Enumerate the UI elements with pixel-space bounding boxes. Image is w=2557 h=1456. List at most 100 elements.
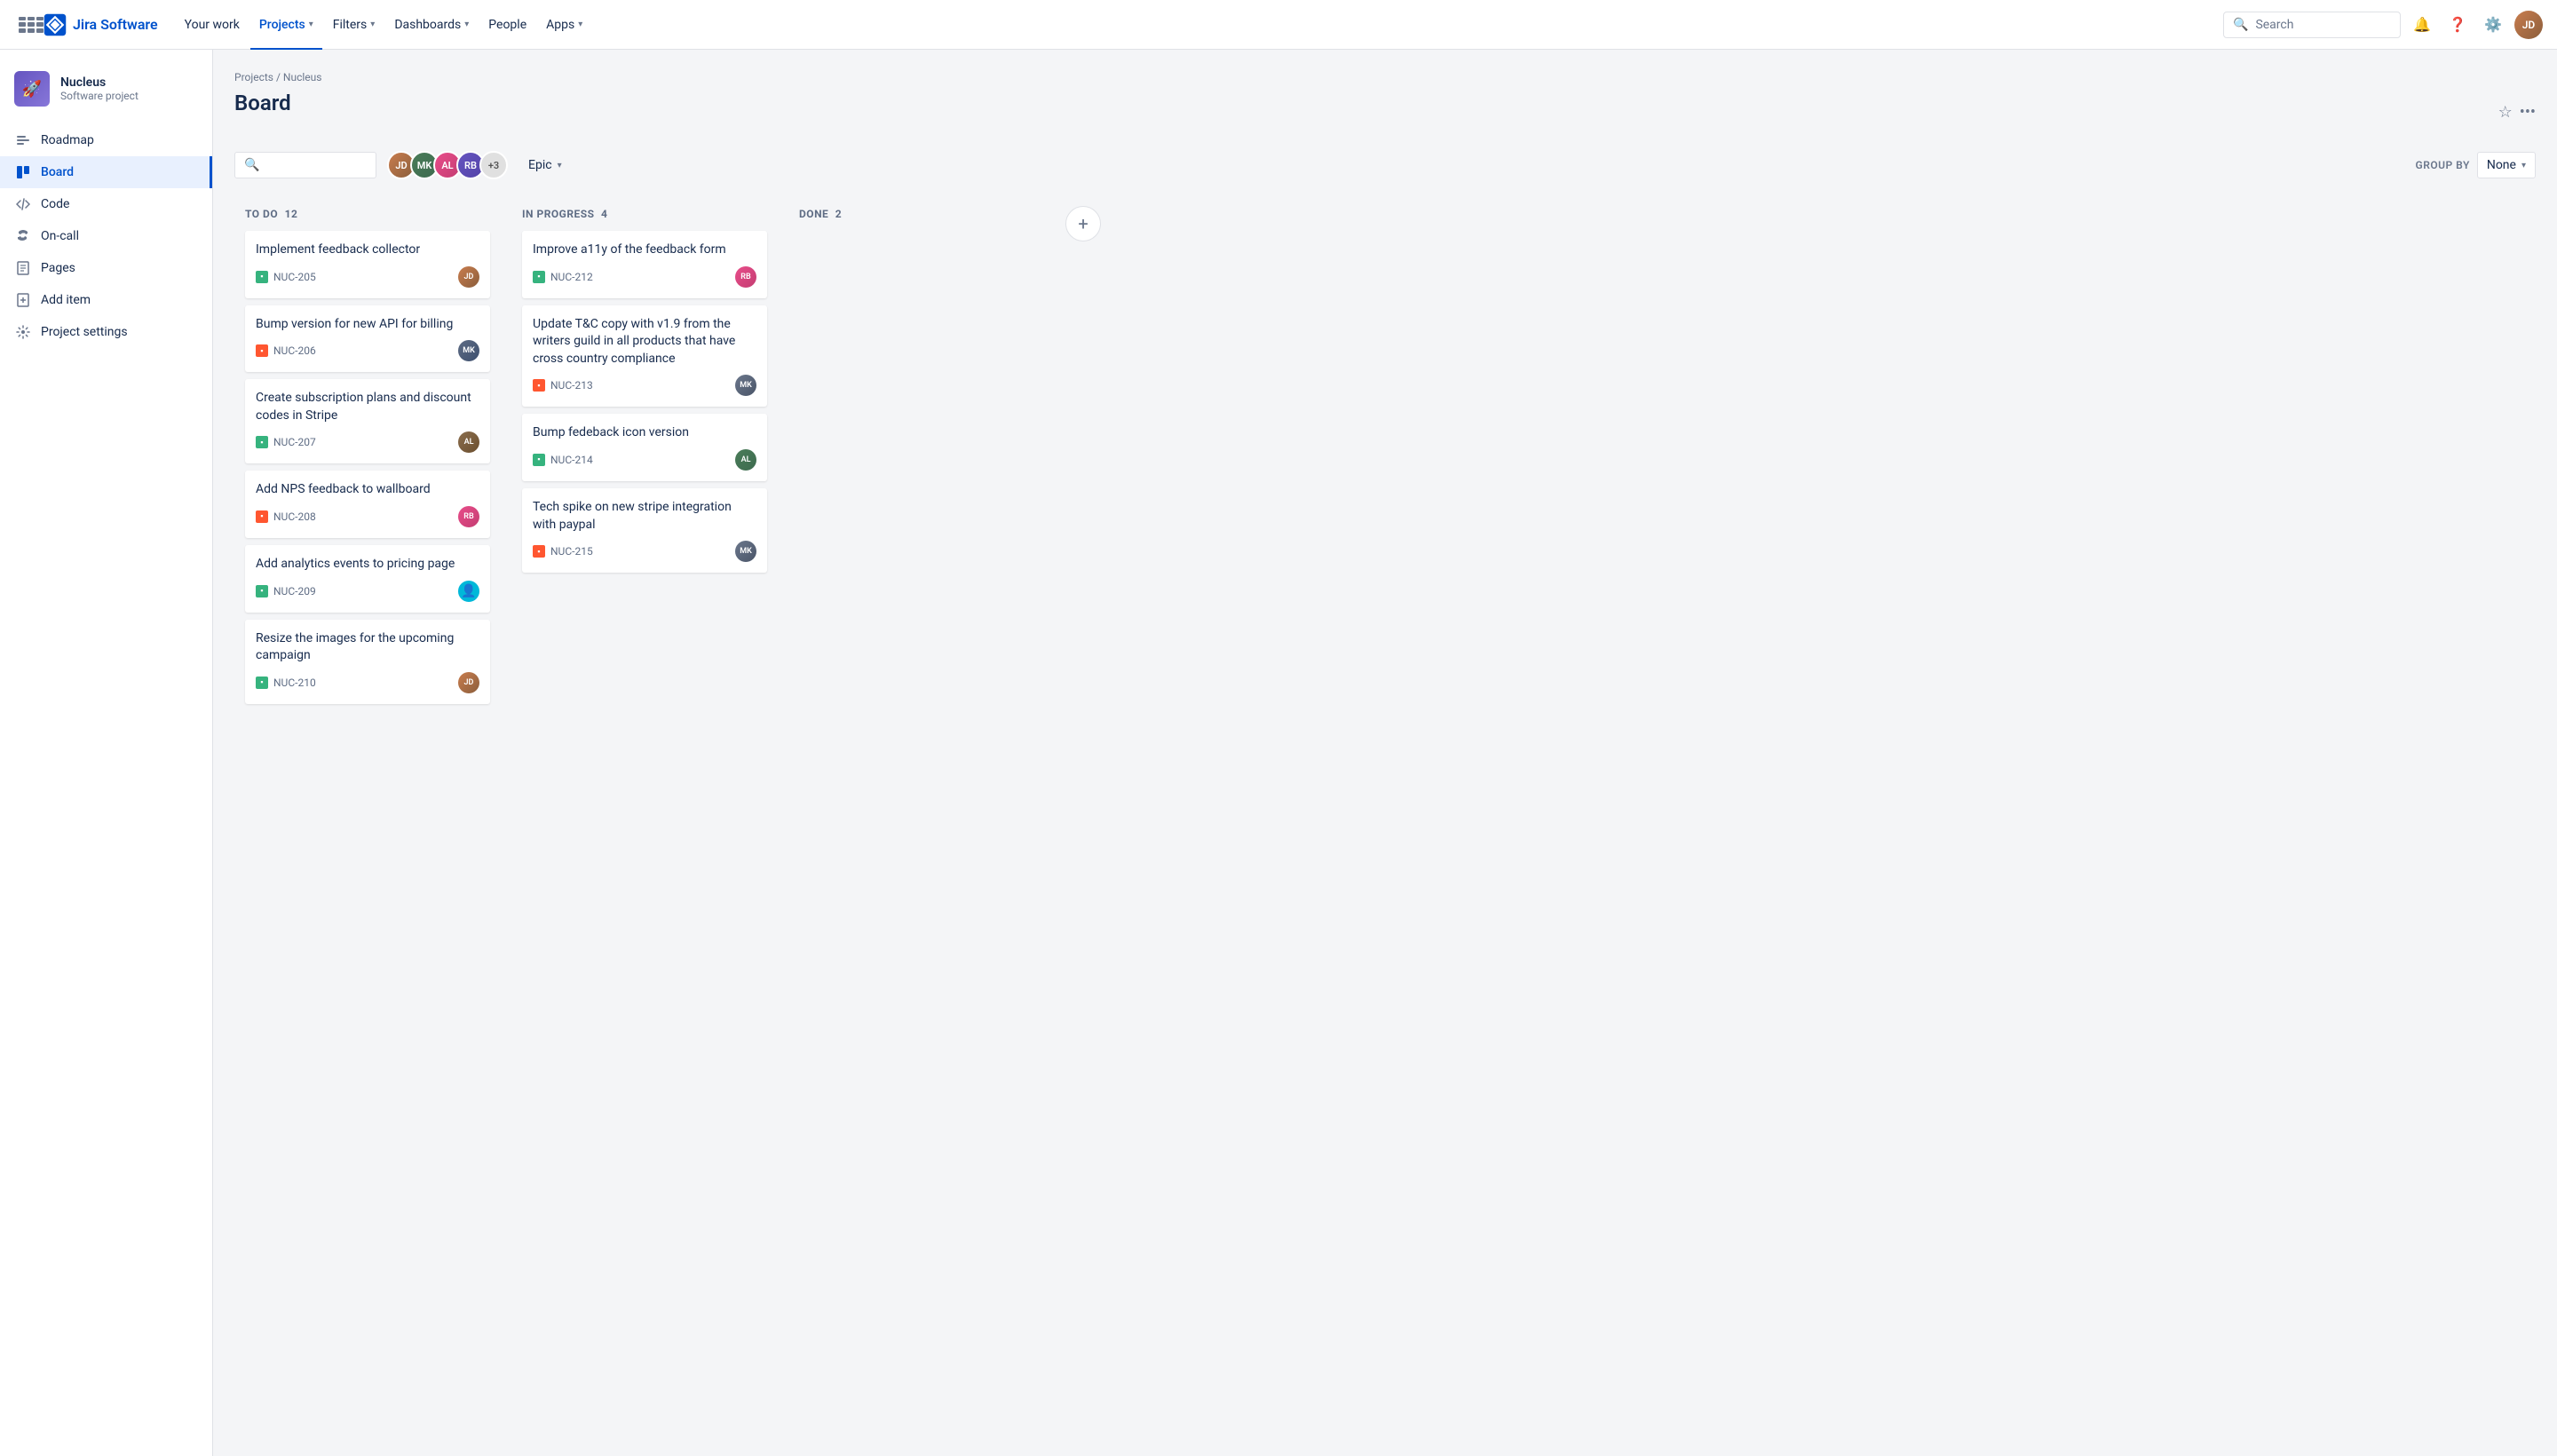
user-avatar[interactable]: JD <box>2514 11 2543 39</box>
avatar-filter-more[interactable]: +3 <box>479 151 508 179</box>
logo[interactable]: Jira Software <box>43 12 158 37</box>
inprogress-column-header: IN PROGRESS 4 <box>522 208 767 220</box>
todo-column-title: TO DO <box>245 208 278 220</box>
dashboards-chevron-icon: ▾ <box>464 20 469 29</box>
card-nuc-209[interactable]: Add analytics events to pricing page ▪ N… <box>245 545 490 613</box>
project-subtitle: Software project <box>60 90 139 102</box>
project-settings-icon <box>14 323 32 341</box>
breadcrumb-projects[interactable]: Projects <box>234 71 273 83</box>
card-nuc-206[interactable]: Bump version for new API for billing ▪ N… <box>245 305 490 373</box>
sidebar-item-on-call[interactable]: On-call <box>0 220 212 252</box>
apps-grid-icon[interactable] <box>14 12 39 37</box>
card-nuc-215-key: NUC-215 <box>550 545 593 558</box>
done-column-title: DONE <box>799 208 828 220</box>
sidebar-item-pages[interactable]: Pages <box>0 252 212 284</box>
card-nuc-215-title: Tech spike on new stripe integration wit… <box>533 499 756 534</box>
nav-apps[interactable]: Apps ▾ <box>537 12 591 37</box>
card-nuc-214[interactable]: Bump fedeback icon version ▪ NUC-214 AL <box>522 414 767 481</box>
avatar-filter-row: JD MK AL RB +3 <box>387 151 508 179</box>
notifications-button[interactable]: 🔔 <box>2408 11 2436 39</box>
board-icon <box>14 163 32 181</box>
projects-chevron-icon: ▾ <box>309 20 313 29</box>
epic-chevron-icon: ▾ <box>558 161 562 170</box>
nav-projects-label: Projects <box>259 18 305 32</box>
story-icon: ▪ <box>256 677 268 689</box>
code-icon <box>14 195 32 213</box>
search-box[interactable]: 🔍 Search <box>2223 12 2401 38</box>
board-search-field[interactable] <box>265 158 367 172</box>
project-settings-label: Project settings <box>41 325 128 339</box>
card-nuc-210-title: Resize the images for the upcoming campa… <box>256 630 479 665</box>
nav-people[interactable]: People <box>479 12 535 37</box>
story-icon: ▪ <box>256 271 268 283</box>
card-nuc-209-title: Add analytics events to pricing page <box>256 556 479 574</box>
card-nuc-210[interactable]: Resize the images for the upcoming campa… <box>245 620 490 704</box>
card-nuc-212-title: Improve a11y of the feedback form <box>533 241 756 259</box>
title-actions: ☆ ••• <box>2498 103 2536 122</box>
help-button[interactable]: ❓ <box>2443 11 2472 39</box>
done-column: DONE 2 <box>788 197 1055 241</box>
card-nuc-213-footer: ▪ NUC-213 MK <box>533 375 756 396</box>
story-icon: ▪ <box>533 454 545 466</box>
settings-button[interactable]: ⚙️ <box>2479 11 2507 39</box>
card-nuc-205-key: NUC-205 <box>273 271 316 283</box>
group-by-button[interactable]: None ▾ <box>2477 152 2536 178</box>
group-by-value: None <box>2487 158 2516 172</box>
filters-chevron-icon: ▾ <box>370 20 375 29</box>
card-nuc-210-footer: ▪ NUC-210 JD <box>256 672 479 693</box>
add-column-button[interactable]: + <box>1065 206 1101 241</box>
card-nuc-213-avatar: MK <box>735 375 756 396</box>
sidebar-item-code[interactable]: Code <box>0 188 212 220</box>
search-icon: 🔍 <box>2233 18 2248 32</box>
group-by-chevron-icon: ▾ <box>2521 161 2526 170</box>
sidebar-item-project-settings[interactable]: Project settings <box>0 316 212 348</box>
nav-filters[interactable]: Filters ▾ <box>324 12 384 37</box>
epic-filter-button[interactable]: Epic ▾ <box>519 152 572 178</box>
breadcrumb-separator: / <box>276 71 283 83</box>
card-nuc-208-meta: ▪ NUC-208 <box>256 510 316 523</box>
page-title: Board <box>234 91 291 115</box>
sidebar-item-add-item[interactable]: Add item <box>0 284 212 316</box>
roadmap-label: Roadmap <box>41 133 94 147</box>
nav-your-work[interactable]: Your work <box>176 12 249 37</box>
more-actions-button[interactable]: ••• <box>2520 103 2536 122</box>
card-nuc-210-key: NUC-210 <box>273 677 316 689</box>
add-item-label: Add item <box>41 293 91 307</box>
card-nuc-207-title: Create subscription plans and discount c… <box>256 390 479 424</box>
card-nuc-214-key: NUC-214 <box>550 454 593 466</box>
card-nuc-207[interactable]: Create subscription plans and discount c… <box>245 379 490 463</box>
project-name: Nucleus <box>60 75 139 90</box>
card-nuc-205[interactable]: Implement feedback collector ▪ NUC-205 J… <box>245 231 490 298</box>
breadcrumb-nucleus[interactable]: Nucleus <box>283 71 322 83</box>
sidebar-item-board[interactable]: Board <box>0 156 212 188</box>
card-nuc-209-footer: ▪ NUC-209 👤 <box>256 581 479 602</box>
project-header: 🚀 Nucleus Software project <box>0 64 212 121</box>
add-item-icon <box>14 291 32 309</box>
board-label: Board <box>41 165 74 179</box>
card-nuc-209-avatar: 👤 <box>458 581 479 602</box>
story-icon: ▪ <box>533 271 545 283</box>
top-navigation: Jira Software Your work Projects ▾ Filte… <box>0 0 2557 50</box>
card-nuc-212[interactable]: Improve a11y of the feedback form ▪ NUC-… <box>522 231 767 298</box>
card-nuc-207-meta: ▪ NUC-207 <box>256 436 316 448</box>
project-info: Nucleus Software project <box>60 75 139 102</box>
nav-dashboards[interactable]: Dashboards ▾ <box>385 12 478 37</box>
sidebar-item-roadmap[interactable]: Roadmap <box>0 124 212 156</box>
card-nuc-214-title: Bump fedeback icon version <box>533 424 756 442</box>
bug-icon: ▪ <box>256 344 268 357</box>
star-button[interactable]: ☆ <box>2498 103 2513 122</box>
card-nuc-213-key: NUC-213 <box>550 379 593 392</box>
board-toolbar: 🔍 JD MK AL RB +3 Epic ▾ GROUP BY None ▾ <box>234 151 2536 179</box>
pages-label: Pages <box>41 261 75 275</box>
card-nuc-214-avatar: AL <box>735 449 756 471</box>
project-icon: 🚀 <box>14 71 50 107</box>
card-nuc-213[interactable]: Update T&C copy with v1.9 from the write… <box>522 305 767 408</box>
card-nuc-212-avatar: RB <box>735 266 756 288</box>
nav-projects[interactable]: Projects ▾ <box>250 12 322 37</box>
card-nuc-208[interactable]: Add NPS feedback to wallboard ▪ NUC-208 … <box>245 471 490 538</box>
card-nuc-215[interactable]: Tech spike on new stripe integration wit… <box>522 488 767 573</box>
card-nuc-206-avatar: MK <box>458 340 479 361</box>
board-search-input[interactable]: 🔍 <box>234 152 376 178</box>
card-nuc-212-key: NUC-212 <box>550 271 593 283</box>
card-nuc-215-footer: ▪ NUC-215 MK <box>533 541 756 562</box>
